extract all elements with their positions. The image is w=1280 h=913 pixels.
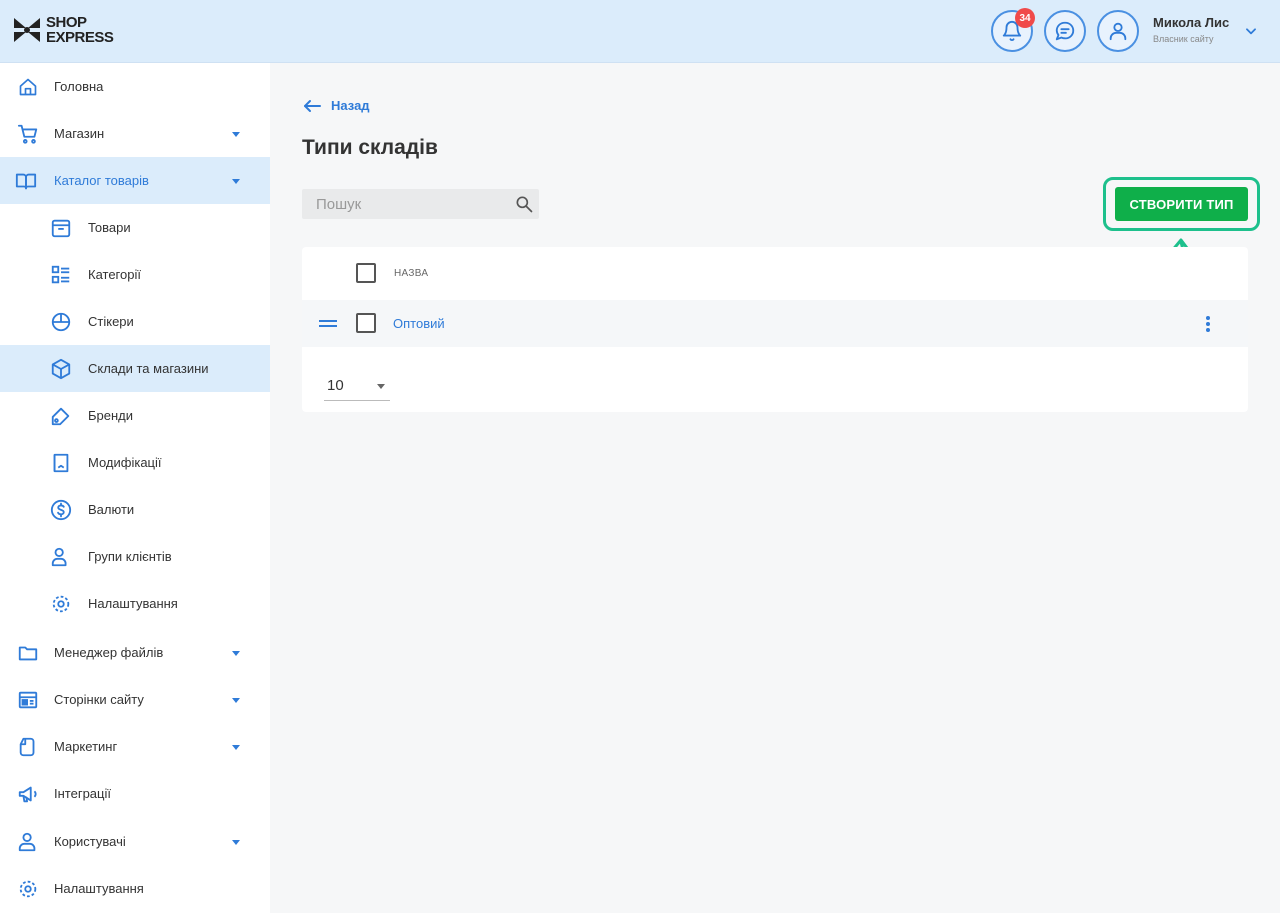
back-link[interactable]: Назад: [303, 98, 370, 113]
bookmark-icon: [49, 451, 73, 475]
search-box: [302, 189, 539, 219]
sidebar: Головна Магазин Каталог товарів Товари К…: [0, 63, 270, 913]
sidebar-item-stickers[interactable]: Стікери: [0, 298, 270, 345]
back-link-label: Назад: [331, 98, 370, 113]
cart-icon: [16, 122, 40, 146]
chevron-down-icon: [232, 744, 240, 750]
sidebar-item-file-manager[interactable]: Менеджер файлів: [0, 629, 270, 676]
sidebar-item-settings[interactable]: Налаштування: [0, 865, 270, 912]
caret-down-icon: [377, 384, 385, 389]
warehouse-cube-icon: [49, 357, 73, 381]
gear-icon: [16, 877, 40, 901]
sidebar-item-label: Бренди: [88, 408, 134, 423]
search-icon[interactable]: [514, 194, 534, 219]
sidebar-item-categories[interactable]: Категорії: [0, 251, 270, 298]
chat-bubble-icon: [1055, 21, 1075, 41]
create-type-button[interactable]: СТВОРИТИ ТИП: [1115, 187, 1248, 221]
sidebar-item-brands[interactable]: Бренди: [0, 392, 270, 439]
catalog-book-icon: [14, 169, 38, 193]
product-box-icon: [49, 216, 73, 240]
sidebar-item-site-pages[interactable]: Сторінки сайту: [0, 676, 270, 723]
dollar-icon: [49, 498, 73, 522]
sidebar-item-label: Товари: [88, 220, 131, 235]
sidebar-item-label: Модифікації: [88, 455, 162, 470]
column-header-name[interactable]: НАЗВА: [394, 268, 428, 279]
select-all-checkbox[interactable]: [356, 263, 376, 283]
marketing-icon: [16, 735, 40, 759]
chevron-down-icon: [232, 178, 240, 184]
logo-text-express: EXPRESS: [46, 29, 114, 46]
sidebar-item-label: Менеджер файлів: [54, 645, 164, 660]
sidebar-item-label: Категорії: [88, 267, 141, 282]
logo-text: SHOP EXPRESS: [46, 14, 114, 46]
sidebar-item-label: Налаштування: [54, 881, 144, 896]
chevron-down-icon: [232, 839, 240, 845]
search-input[interactable]: [302, 189, 539, 219]
user-menu-chevron-icon[interactable]: [1244, 24, 1258, 43]
shop-express-logo[interactable]: SHOP EXPRESS: [12, 14, 114, 46]
warehouse-types-table: НАЗВА Оптовий 10: [302, 247, 1248, 412]
sidebar-item-label: Магазин: [54, 126, 105, 141]
sidebar-item-label: Головна: [54, 79, 104, 94]
user-info[interactable]: Микола Лис Власник сайту: [1153, 15, 1229, 44]
sidebar-item-warehouses[interactable]: Склади та магазини: [0, 345, 270, 392]
logo-mark-icon: [12, 14, 42, 46]
sidebar-item-users[interactable]: Користувачі: [0, 818, 270, 865]
sidebar-item-label: Групи клієнтів: [88, 549, 172, 564]
user-name: Микола Лис: [1153, 15, 1230, 30]
users-icon: [49, 545, 73, 569]
sidebar-item-label: Інтеграції: [54, 786, 111, 801]
sidebar-item-modifications[interactable]: Модифікації: [0, 439, 270, 486]
sidebar-item-label: Користувачі: [54, 834, 126, 849]
user-role: Власник сайту: [1153, 34, 1214, 44]
sidebar-item-integrations[interactable]: Інтеграції: [0, 770, 270, 817]
sidebar-item-label: Валюти: [88, 502, 135, 517]
row-name-link[interactable]: Оптовий: [393, 316, 445, 331]
notifications-badge: 34: [1015, 8, 1035, 28]
sidebar-item-marketing[interactable]: Маркетинг: [0, 723, 270, 770]
sidebar-item-label: Стікери: [88, 314, 134, 329]
more-vertical-icon[interactable]: [1204, 314, 1212, 334]
table-row[interactable]: Оптовий: [302, 300, 1248, 347]
user-avatar-icon: [1109, 22, 1127, 41]
sidebar-item-label: Налаштування: [88, 596, 178, 611]
sidebar-item-products[interactable]: Товари: [0, 204, 270, 251]
chevron-down-icon: [232, 650, 240, 656]
sidebar-item-shop[interactable]: Магазин: [0, 110, 270, 157]
sidebar-item-label: Склади та магазини: [88, 361, 209, 376]
create-button-highlight: СТВОРИТИ ТИП: [1103, 177, 1260, 231]
sidebar-item-customer-groups[interactable]: Групи клієнтів: [0, 533, 270, 580]
messages-button[interactable]: [1044, 10, 1086, 52]
page-title: Типи складів: [302, 136, 438, 159]
tag-icon: [49, 404, 73, 428]
user-icon: [16, 830, 40, 854]
page-size-select[interactable]: 10: [324, 373, 390, 401]
chevron-down-icon: [232, 697, 240, 703]
profile-button[interactable]: [1097, 10, 1139, 52]
arrow-left-icon: [304, 99, 321, 112]
folder-icon: [16, 641, 40, 665]
sidebar-item-home[interactable]: Головна: [0, 63, 270, 110]
sidebar-item-label: Каталог товарів: [54, 173, 149, 188]
home-icon: [16, 75, 40, 99]
sidebar-item-catalog[interactable]: Каталог товарів: [0, 157, 270, 204]
top-header: SHOP EXPRESS 34 Микола Лис Власник сайту: [0, 0, 1280, 63]
row-checkbox[interactable]: [356, 313, 376, 333]
categories-list-icon: [49, 263, 73, 287]
gear-icon: [49, 592, 73, 616]
notifications-button[interactable]: 34: [991, 8, 1035, 52]
sidebar-item-currencies[interactable]: Валюти: [0, 486, 270, 533]
logo-text-shop: SHOP: [46, 14, 87, 31]
sticker-icon: [49, 310, 73, 334]
megaphone-icon: [16, 782, 40, 806]
page-size-value: 10: [327, 377, 344, 394]
pages-icon: [16, 688, 40, 712]
chevron-down-icon: [232, 131, 240, 137]
table-header: НАЗВА: [302, 247, 1248, 300]
sidebar-item-label: Сторінки сайту: [54, 692, 144, 707]
sidebar-item-catalog-settings[interactable]: Налаштування: [0, 580, 270, 627]
drag-handle-icon[interactable]: [319, 319, 337, 329]
sidebar-item-label: Маркетинг: [54, 739, 118, 754]
